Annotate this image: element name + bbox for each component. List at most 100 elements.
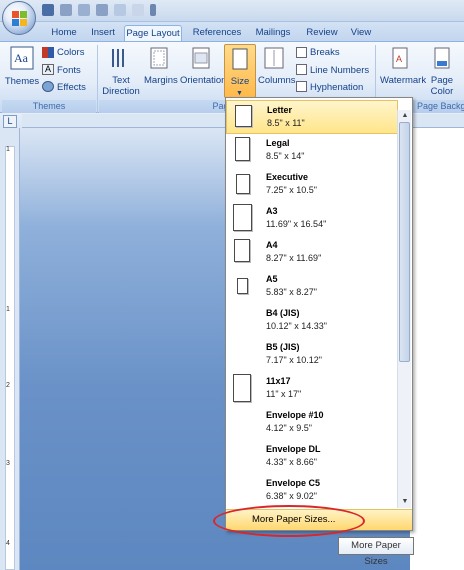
ruler-number: 2 bbox=[6, 382, 10, 389]
paper-size-name: Legal bbox=[266, 138, 290, 148]
tab-selector[interactable]: L bbox=[3, 115, 17, 128]
orientation-icon bbox=[192, 47, 210, 69]
paper-size-dimensions: 6.38" x 9.02" bbox=[266, 491, 317, 501]
vertical-ruler-text-area bbox=[5, 146, 15, 570]
paper-size-dropdown: Letter 8.5" x 11" Legal 8.5" x 14" Execu… bbox=[225, 97, 413, 531]
save-icon[interactable] bbox=[42, 4, 54, 16]
paper-a4-icon bbox=[234, 239, 250, 262]
effects-icon bbox=[42, 81, 54, 92]
paper-size-name: B4 (JIS) bbox=[266, 308, 300, 318]
tab-insert[interactable]: Insert bbox=[86, 25, 120, 42]
paper-size-name: A5 bbox=[266, 274, 278, 284]
paper-size-dimensions: 5.83" x 8.27" bbox=[266, 287, 317, 297]
scroll-down-arrow-icon[interactable]: ▼ bbox=[398, 496, 412, 508]
fonts-icon: A bbox=[42, 64, 54, 75]
document-page[interactable] bbox=[410, 128, 464, 570]
paper-size-item-11x17[interactable]: 11x17 11" x 17" bbox=[226, 372, 398, 406]
themes-icon: Aa bbox=[10, 46, 34, 70]
office-button[interactable] bbox=[2, 1, 36, 35]
spelling-icon[interactable] bbox=[96, 4, 108, 16]
paper-size-dimensions: 10.12" x 14.33" bbox=[266, 321, 327, 331]
margins-label: Margins bbox=[144, 75, 178, 86]
paper-size-dimensions: 4.12" x 9.5" bbox=[266, 423, 312, 433]
scroll-up-arrow-icon[interactable]: ▲ bbox=[398, 110, 412, 122]
quick-access-toolbar bbox=[42, 4, 156, 16]
colors-label: Colors bbox=[57, 47, 85, 58]
text-direction-icon bbox=[112, 49, 124, 67]
orientation-label: Orientation bbox=[180, 75, 227, 86]
paper-size-dimensions: 8.5" x 11" bbox=[267, 118, 305, 128]
paper-size-name: Envelope #10 bbox=[266, 410, 324, 420]
paper-size-name: B5 (JIS) bbox=[266, 342, 300, 352]
line-numbers-icon bbox=[296, 64, 307, 75]
colors-icon bbox=[42, 47, 54, 58]
watermark-label: Watermark bbox=[380, 75, 427, 86]
group-separator bbox=[97, 45, 98, 113]
hyphenation-icon bbox=[296, 81, 307, 92]
size-button[interactable]: Size ▼ bbox=[224, 44, 256, 98]
text-direction-label: Text Direction bbox=[102, 75, 140, 97]
tab-page-layout[interactable]: Page Layout bbox=[124, 25, 182, 42]
breaks-label: Breaks bbox=[310, 47, 340, 58]
svg-text:Aa: Aa bbox=[14, 51, 29, 65]
paper-size-item-envelope-dl[interactable]: Envelope DL 4.33" x 8.66" bbox=[226, 440, 398, 474]
columns-icon bbox=[264, 47, 284, 69]
paper-size-dimensions: 8.27" x 11.69" bbox=[266, 253, 322, 263]
paper-size-name: Letter bbox=[267, 105, 293, 115]
scroll-thumb[interactable] bbox=[399, 122, 410, 362]
paper-size-item-a4[interactable]: A4 8.27" x 11.69" bbox=[226, 236, 398, 270]
dropdown-scrollbar[interactable]: ▲ ▼ bbox=[397, 110, 411, 508]
undo-icon[interactable] bbox=[114, 4, 126, 16]
size-label: Size bbox=[230, 76, 250, 87]
tab-review[interactable]: Review bbox=[302, 25, 342, 42]
vertical-ruler[interactable]: 1 1 2 3 4 bbox=[0, 128, 20, 570]
ruler-number: 1 bbox=[6, 146, 10, 153]
effects-label: Effects bbox=[57, 82, 86, 93]
columns-label: Columns bbox=[258, 75, 296, 86]
paper-size-item-envelope-c5[interactable]: Envelope C5 6.38" x 9.02" bbox=[226, 474, 398, 508]
themes-label: Themes bbox=[4, 76, 40, 87]
ribbon-tabs: Home Insert Page Layout References Maili… bbox=[0, 22, 464, 42]
paper-size-item-b5-jis[interactable]: B5 (JIS) 7.17" x 10.12" bbox=[226, 338, 398, 372]
margins-icon bbox=[150, 47, 168, 69]
paper-size-dimensions: 4.33" x 8.66" bbox=[266, 457, 317, 467]
paper-size-item-a3[interactable]: A3 11.69" x 16.54" bbox=[226, 202, 398, 236]
paper-size-dimensions: 8.5" x 14" bbox=[266, 151, 305, 161]
paper-size-dimensions: 7.17" x 10.12" bbox=[266, 355, 322, 365]
paper-size-item-b4-jis[interactable]: B4 (JIS) 10.12" x 14.33" bbox=[226, 304, 398, 338]
paper-size-item-a5[interactable]: A5 5.83" x 8.27" bbox=[226, 270, 398, 304]
customize-qat-icon[interactable] bbox=[150, 4, 156, 16]
tab-references[interactable]: References bbox=[190, 25, 244, 42]
redo-icon[interactable] bbox=[132, 4, 144, 16]
print-preview-icon[interactable] bbox=[78, 4, 90, 16]
paper-executive-icon bbox=[236, 174, 250, 194]
size-icon bbox=[232, 48, 248, 70]
paper-size-item-legal[interactable]: Legal 8.5" x 14" bbox=[226, 134, 398, 168]
tab-mailings[interactable]: Mailings bbox=[250, 25, 296, 42]
more-paper-sizes-tooltip: More Paper Sizes bbox=[338, 537, 414, 567]
paper-11x17-icon bbox=[233, 374, 251, 402]
paper-size-name: Executive bbox=[266, 172, 309, 182]
paper-size-dimensions: 11.69" x 16.54" bbox=[266, 219, 327, 229]
fonts-label: Fonts bbox=[57, 65, 81, 76]
paper-size-item-envelope-10[interactable]: Envelope #10 4.12" x 9.5" bbox=[226, 406, 398, 440]
paper-size-name: Envelope C5 bbox=[266, 478, 321, 488]
paper-size-name: 11x17 bbox=[266, 376, 291, 386]
paper-size-dimensions: 7.25" x 10.5" bbox=[266, 185, 317, 195]
ruler-number: 4 bbox=[6, 540, 10, 547]
ruler-number: 3 bbox=[6, 460, 10, 467]
page-color-icon bbox=[434, 47, 450, 69]
tab-home[interactable]: Home bbox=[44, 25, 84, 42]
tab-view[interactable]: View bbox=[346, 25, 376, 42]
print-icon[interactable] bbox=[60, 4, 72, 16]
paper-a3-icon bbox=[233, 204, 252, 231]
paper-letter-icon bbox=[235, 105, 252, 127]
page-color-label: Page Color bbox=[430, 75, 454, 97]
paper-size-item-letter[interactable]: Letter 8.5" x 11" bbox=[226, 100, 398, 134]
red-highlight-ellipse bbox=[213, 505, 365, 537]
line-numbers-label: Line Numbers bbox=[310, 65, 370, 76]
paper-a5-icon bbox=[237, 278, 248, 294]
breaks-icon bbox=[296, 47, 307, 58]
hyphenation-label: Hyphenation bbox=[310, 82, 364, 93]
paper-size-item-executive[interactable]: Executive 7.25" x 10.5" bbox=[226, 168, 398, 202]
